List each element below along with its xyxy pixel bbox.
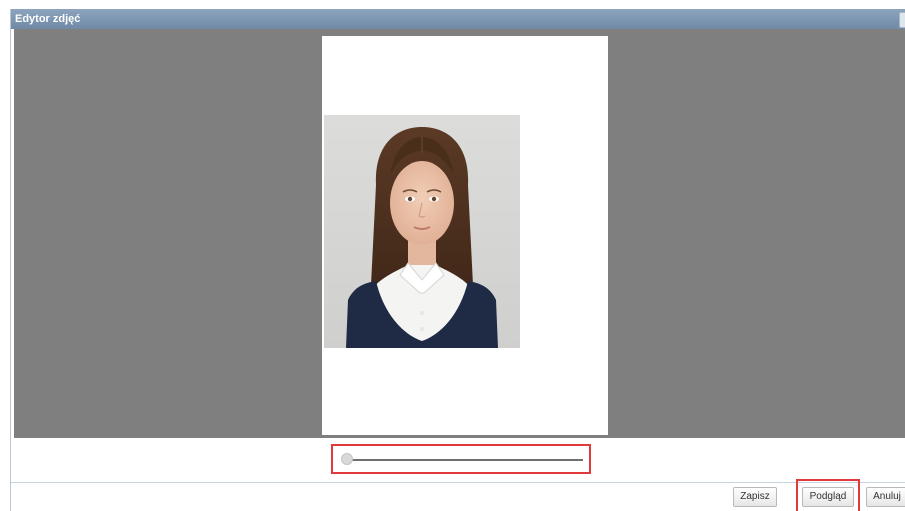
photo-editor-window: Edytor zdjęć Zapisz Podgląd Anuluj [10,9,905,511]
portrait-photo[interactable] [324,115,520,348]
zoom-slider-row [11,438,905,482]
window-control-button[interactable] [899,12,905,28]
save-button[interactable]: Zapisz [733,487,777,507]
zoom-slider-highlight [331,444,591,474]
window-title: Edytor zdjęć [15,13,81,25]
cancel-button[interactable]: Anuluj [866,487,905,507]
window-titlebar: Edytor zdjęć [11,9,905,29]
portrait-image [324,115,520,348]
editor-canvas [14,29,905,438]
photo-paper [322,36,608,435]
zoom-slider-thumb[interactable] [341,453,353,465]
dialog-footer: Zapisz Podgląd Anuluj [11,479,905,511]
zoom-slider-track[interactable] [351,459,583,461]
preview-button[interactable]: Podgląd [802,487,854,507]
